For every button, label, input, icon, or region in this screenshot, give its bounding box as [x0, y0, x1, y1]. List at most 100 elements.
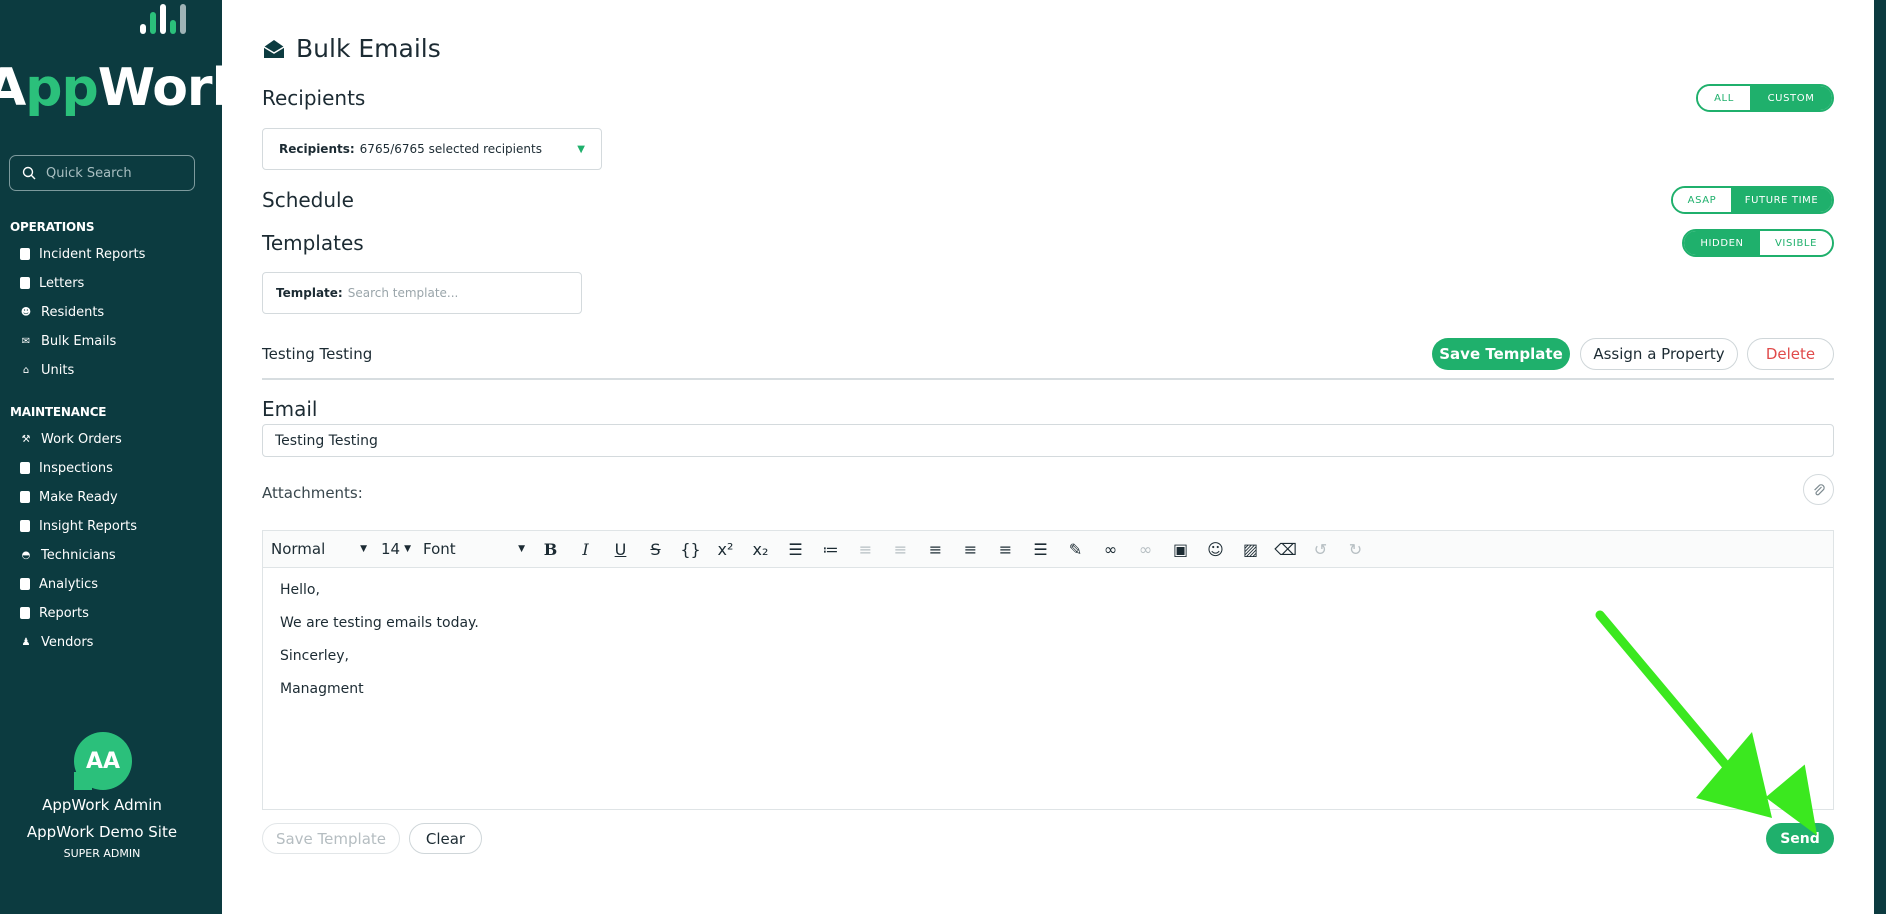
operations-heading: OPERATIONS — [10, 220, 95, 234]
sidebar-item-insight-reports[interactable]: Insight Reports — [20, 515, 137, 537]
align-center-icon[interactable]: ≡ — [953, 531, 988, 567]
email-subject-input[interactable] — [262, 424, 1834, 457]
attach-file-button[interactable] — [1803, 474, 1834, 505]
sidebar-item-analytics[interactable]: Analytics — [20, 573, 98, 595]
align-left-icon[interactable]: ≡ — [918, 531, 953, 567]
assign-property-button[interactable]: Assign a Property — [1580, 338, 1738, 370]
envelope-open-icon — [263, 39, 285, 58]
unlink-icon[interactable]: ∞ — [1128, 531, 1163, 567]
color-picker-icon[interactable]: ✎ — [1058, 531, 1093, 567]
document-icon — [20, 607, 30, 619]
numbered-list-icon[interactable]: ≔ — [813, 531, 848, 567]
font-select[interactable]: Font ▼ — [415, 531, 533, 567]
user-name: AppWork Admin — [42, 796, 162, 814]
sidebar-item-label: Work Orders — [41, 431, 122, 447]
page-title-text: Bulk Emails — [296, 34, 441, 63]
sidebar-item-label: Units — [41, 362, 75, 378]
email-body-editor[interactable]: Hello, We are testing emails today. Sinc… — [262, 568, 1834, 810]
size-value: 14 — [381, 540, 401, 558]
quick-search-input[interactable] — [44, 164, 188, 182]
sidebar-item-label: Vendors — [41, 634, 94, 650]
italic-icon[interactable]: I — [568, 531, 603, 567]
superscript-icon[interactable]: x² — [708, 531, 743, 567]
sidebar-item-label: Residents — [41, 304, 105, 320]
align-justify-icon[interactable]: ☰ — [1023, 531, 1058, 567]
toggle-future-time[interactable]: FUTURE TIME — [1731, 188, 1832, 212]
window-edge — [1874, 0, 1886, 914]
toggle-visible[interactable]: VISIBLE — [1760, 231, 1832, 255]
bullet-list-icon[interactable]: ☰ — [778, 531, 813, 567]
paperclip-icon — [1813, 483, 1825, 495]
sidebar-item-letters[interactable]: Letters — [20, 272, 84, 294]
underline-icon[interactable]: U — [603, 531, 638, 567]
body-line: Managment — [280, 681, 364, 697]
template-search-placeholder[interactable]: Search template... — [348, 286, 459, 300]
embed-icon[interactable]: ▣ — [1163, 531, 1198, 567]
schedule-heading: Schedule — [262, 188, 354, 212]
body-line: Hello, — [280, 582, 320, 598]
sidebar-item-label: Incident Reports — [39, 246, 146, 262]
schedule-toggle[interactable]: ASAP FUTURE TIME — [1671, 186, 1834, 214]
sidebar-item-inspections[interactable]: Inspections — [20, 457, 113, 479]
divider — [262, 378, 1834, 380]
sidebar-item-label: Make Ready — [39, 489, 118, 505]
quick-search[interactable] — [9, 155, 195, 191]
recipients-select-value: 6765/6765 selected recipients — [359, 142, 542, 156]
save-template-button[interactable]: Save Template — [1432, 338, 1570, 370]
page-title: Bulk Emails — [262, 34, 441, 63]
delete-template-button[interactable]: Delete — [1747, 338, 1834, 370]
clear-button[interactable]: Clear — [409, 823, 482, 854]
templates-toggle[interactable]: HIDDEN VISIBLE — [1682, 229, 1834, 257]
strikethrough-icon[interactable]: S — [638, 531, 673, 567]
toggle-all[interactable]: ALL — [1698, 86, 1750, 110]
toggle-custom[interactable]: CUSTOM — [1750, 86, 1832, 110]
align-right-icon[interactable]: ≡ — [988, 531, 1023, 567]
indent-icon[interactable]: ≡ — [883, 531, 918, 567]
redo-icon[interactable]: ↻ — [1338, 531, 1373, 567]
sidebar-item-make-ready[interactable]: Make Ready — [20, 486, 118, 508]
emoji-icon[interactable]: ☺ — [1198, 531, 1233, 567]
envelope-icon: ✉ — [21, 335, 31, 347]
sidebar-item-label: Analytics — [39, 576, 99, 592]
person-icon: ♟ — [21, 636, 31, 648]
recipients-toggle[interactable]: ALL CUSTOM — [1696, 84, 1834, 112]
appwork-logo[interactable]: AppWork — [0, 4, 246, 120]
sidebar-item-units[interactable]: ⌂ Units — [20, 359, 74, 381]
attachments-label: Attachments: — [262, 484, 363, 502]
sidebar-item-label: Letters — [39, 275, 85, 291]
outdent-icon[interactable]: ≡ — [848, 531, 883, 567]
toggle-hidden[interactable]: HIDDEN — [1684, 231, 1760, 255]
image-icon[interactable]: ▨ — [1233, 531, 1268, 567]
recipients-heading: Recipients — [262, 86, 366, 110]
size-select[interactable]: 14 ▼ — [375, 531, 415, 567]
search-icon — [22, 166, 36, 180]
eraser-icon[interactable]: ⌫ — [1268, 531, 1303, 567]
toggle-asap[interactable]: ASAP — [1673, 188, 1731, 212]
document-icon — [20, 520, 30, 532]
sidebar-item-technicians[interactable]: ◓ Technicians — [20, 544, 116, 566]
main-content: Bulk Emails Recipients ALL CUSTOM Recipi… — [222, 0, 1874, 914]
sidebar-item-label: Technicians — [41, 547, 116, 563]
link-icon[interactable]: ∞ — [1093, 531, 1128, 567]
recipients-select-label: Recipients: — [279, 142, 355, 156]
footer-save-template-button[interactable]: Save Template — [262, 823, 400, 854]
user-role: SUPER ADMIN — [63, 847, 141, 860]
sidebar-item-residents[interactable]: ☻ Residents — [20, 301, 104, 323]
sidebar-item-reports[interactable]: Reports — [20, 602, 89, 624]
letter-icon — [20, 277, 30, 289]
sidebar-item-vendors[interactable]: ♟ Vendors — [20, 631, 94, 653]
home-icon: ⌂ — [22, 364, 30, 376]
sidebar-item-incident-reports[interactable]: Incident Reports — [20, 243, 145, 265]
avatar[interactable]: AA — [74, 732, 132, 790]
sidebar-item-work-orders[interactable]: ⚒ Work Orders — [20, 428, 122, 450]
format-select[interactable]: Normal ▼ — [263, 531, 375, 567]
subscript-icon[interactable]: x₂ — [743, 531, 778, 567]
bold-icon[interactable]: B — [533, 531, 568, 567]
code-icon[interactable]: {} — [673, 531, 708, 567]
undo-icon[interactable]: ↺ — [1303, 531, 1338, 567]
recipients-select[interactable]: Recipients: 6765/6765 selected recipient… — [262, 128, 602, 170]
send-button[interactable]: Send — [1766, 823, 1834, 854]
format-value: Normal — [271, 540, 326, 558]
template-search[interactable]: Template: Search template... — [262, 272, 582, 314]
sidebar-item-bulk-emails[interactable]: ✉ Bulk Emails — [20, 330, 116, 352]
